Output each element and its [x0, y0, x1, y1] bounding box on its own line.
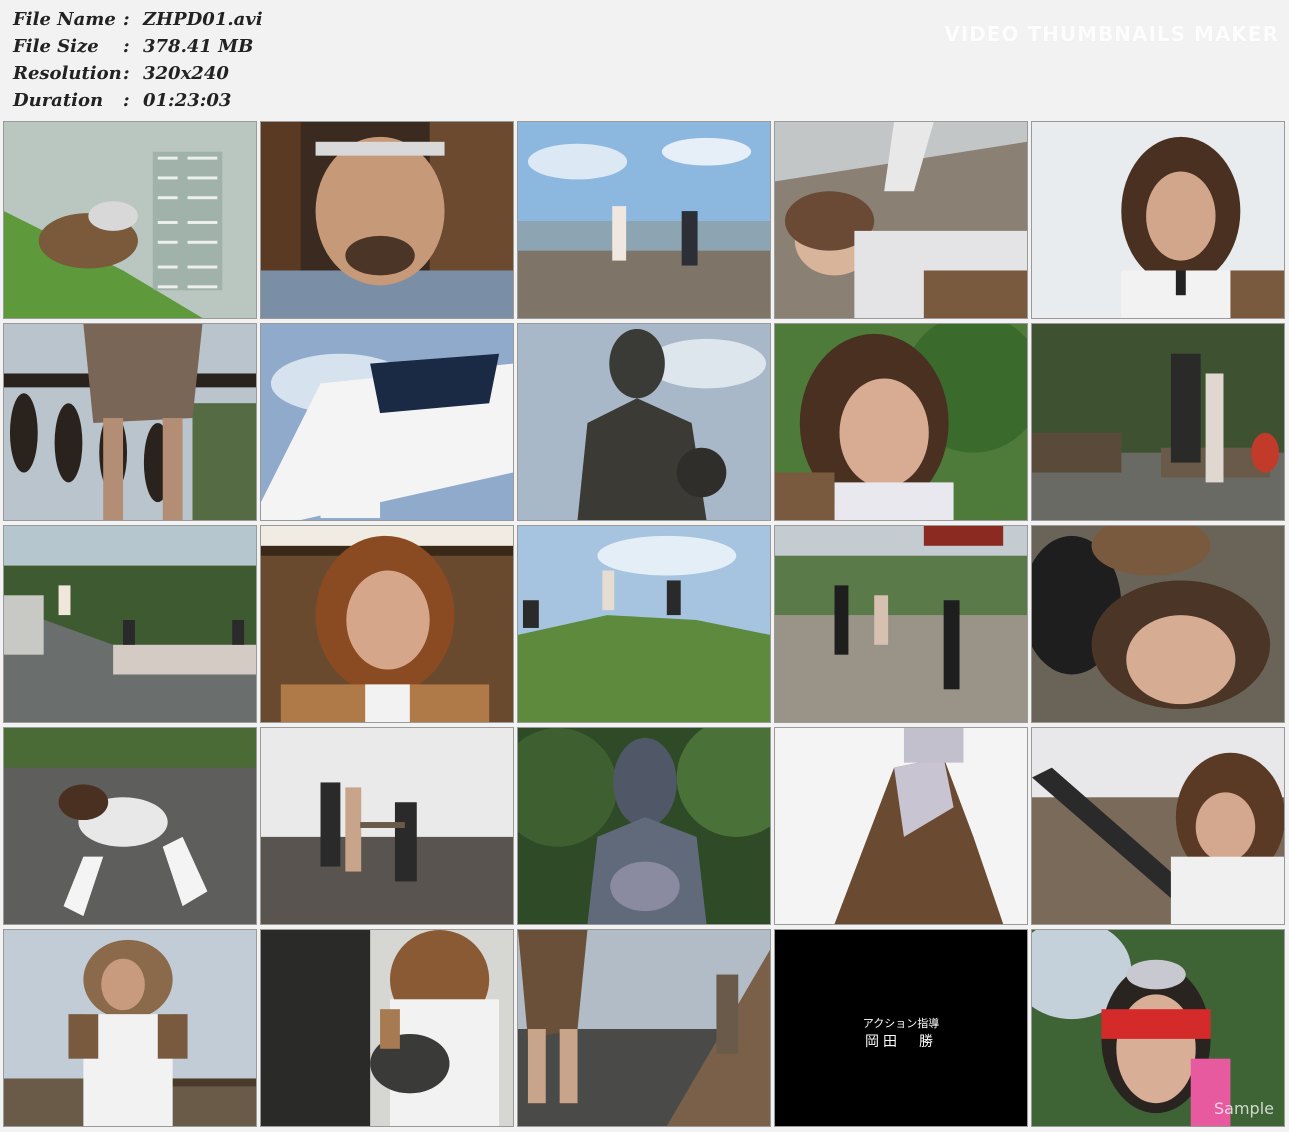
thumbnail-grid: アクション指導 岡田 勝 Sample [3, 121, 1287, 1129]
thumbnail[interactable]: Sample [1031, 929, 1285, 1127]
thumbnail[interactable] [3, 323, 257, 521]
thumbnail[interactable] [774, 323, 1028, 521]
thumbnail[interactable] [517, 525, 771, 723]
sample-watermark: Sample [1214, 1099, 1274, 1118]
thumbnail[interactable] [3, 525, 257, 723]
thumbnail[interactable] [517, 929, 771, 1127]
thumbnail[interactable] [260, 323, 514, 521]
duration-row: Duration:01:23:03 [13, 87, 263, 114]
file-size-row: File Size:378.41 MB [13, 33, 263, 60]
file-name-label: File Name [13, 9, 116, 30]
thumbnail[interactable] [774, 727, 1028, 925]
thumbnail[interactable] [260, 727, 514, 925]
credits-caption: アクション指導 岡田 勝 [775, 1015, 1027, 1051]
thumbnail[interactable] [774, 121, 1028, 319]
file-size-value: 378.41 MB [143, 36, 254, 57]
separator: : [123, 36, 130, 57]
file-info: File Name: ZHPD01.avi File Size:378.41 MB… [13, 6, 263, 114]
thumbnail[interactable] [3, 121, 257, 319]
thumbnail[interactable] [1031, 121, 1285, 319]
thumbnail[interactable] [1031, 323, 1285, 521]
thumbnail[interactable] [1031, 727, 1285, 925]
thumbnail[interactable]: アクション指導 岡田 勝 [774, 929, 1028, 1127]
thumbnail[interactable] [3, 727, 257, 925]
separator: : [123, 9, 130, 30]
separator: : [123, 63, 130, 84]
thumbnail[interactable] [3, 929, 257, 1127]
thumbnail[interactable] [774, 525, 1028, 723]
header: File Name: ZHPD01.avi File Size:378.41 MB… [0, 0, 1289, 120]
watermark: VIDEO THUMBNAILS MAKER [944, 22, 1279, 46]
duration-label: Duration [13, 90, 104, 111]
resolution-value: 320x240 [143, 63, 229, 84]
thumbnail[interactable] [517, 727, 771, 925]
duration-value: 01:23:03 [143, 90, 232, 111]
file-name-value: ZHPD01.avi [143, 9, 263, 30]
separator: : [123, 90, 130, 111]
thumbnail[interactable] [1031, 525, 1285, 723]
file-name-row: File Name: ZHPD01.avi [13, 6, 263, 33]
resolution-label: Resolution [13, 63, 122, 84]
thumbnail[interactable] [517, 121, 771, 319]
credits-line-1: アクション指導 [862, 1017, 940, 1030]
thumbnail[interactable] [517, 323, 771, 521]
thumbnail[interactable] [260, 929, 514, 1127]
resolution-row: Resolution: 320x240 [13, 60, 263, 87]
file-size-label: File Size [13, 36, 99, 57]
thumbnail[interactable] [260, 121, 514, 319]
credits-line-2: 岡田 勝 [865, 1034, 937, 1050]
thumbnail[interactable] [260, 525, 514, 723]
